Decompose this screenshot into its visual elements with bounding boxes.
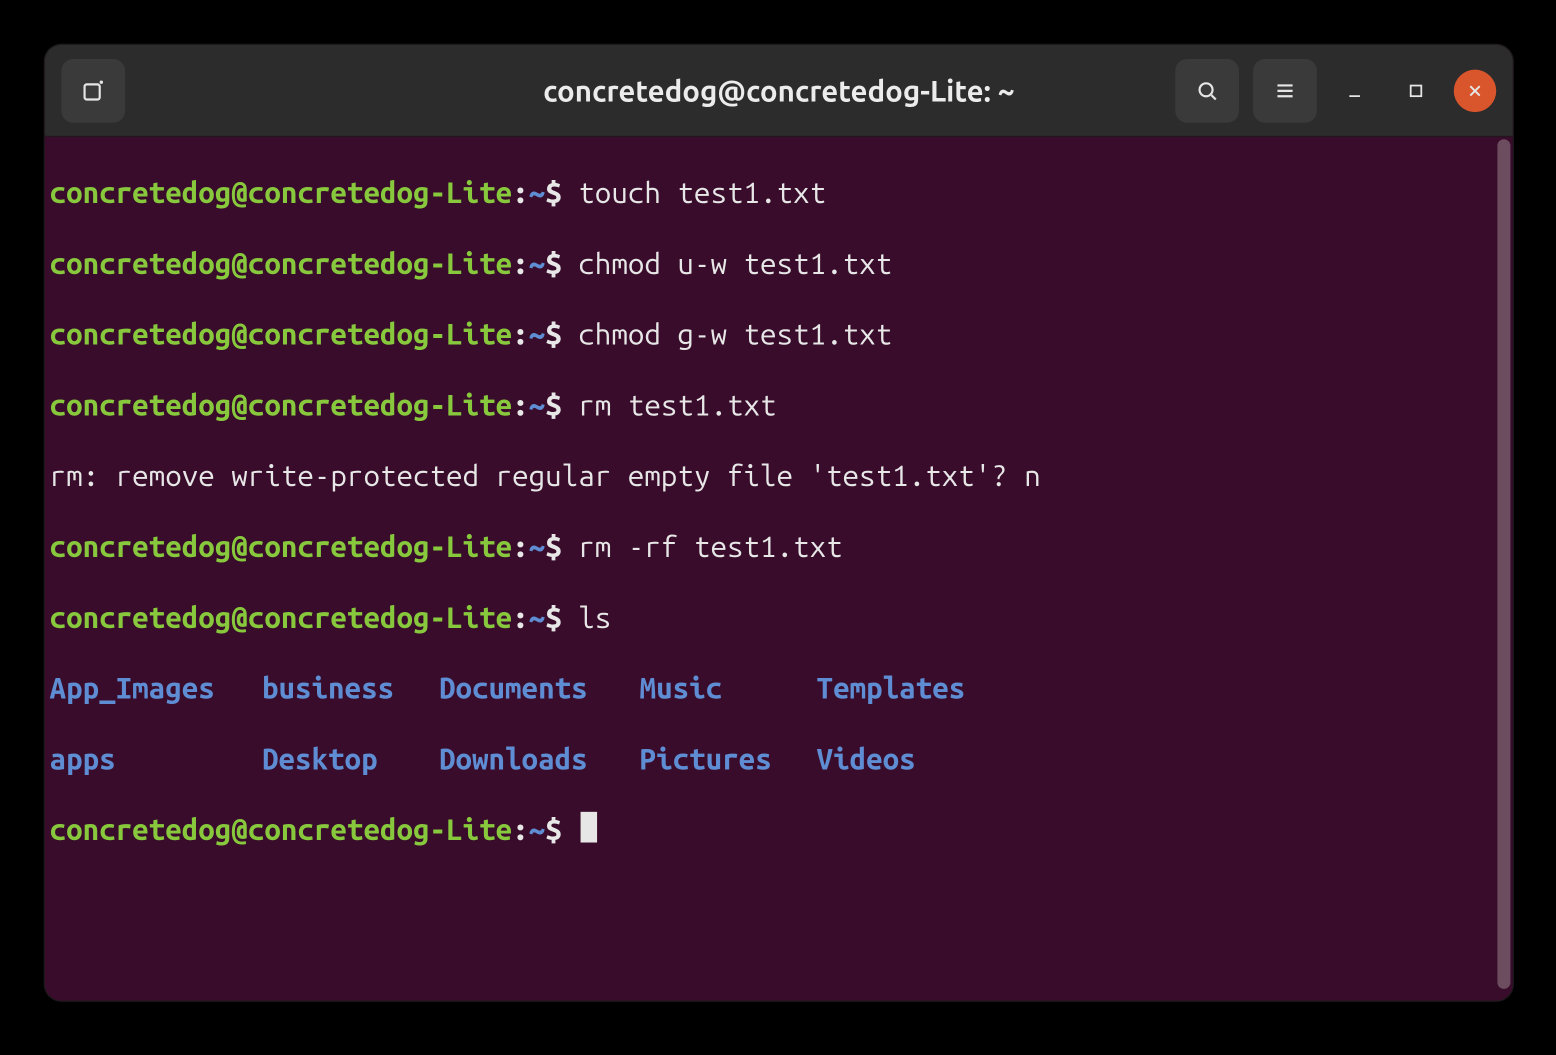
prompt-path: ~ <box>529 175 546 210</box>
titlebar[interactable]: concretedog@concretedog-Lite: ~ <box>45 45 1513 137</box>
cursor <box>581 812 598 843</box>
directory-name: App_Images <box>50 670 262 705</box>
prompt-sep: : <box>512 175 529 210</box>
prompt-user: concretedog@concretedog-Lite <box>50 387 513 422</box>
search-button[interactable] <box>1175 58 1239 122</box>
directory-name: Videos <box>817 741 994 776</box>
new-tab-icon <box>80 77 106 103</box>
command-text: rm test1.txt <box>578 387 776 422</box>
command-text: ls <box>578 599 611 634</box>
prompt-user: concretedog@concretedog-Lite <box>50 599 513 634</box>
output-text: rm: remove write-protected regular empty… <box>50 458 1041 493</box>
scrollbar[interactable] <box>1497 139 1510 989</box>
minimize-icon <box>1344 80 1365 101</box>
directory-name: Music <box>640 670 817 705</box>
ls-output-row: apps Desktop Downloads Pictures Videos <box>50 741 1508 776</box>
maximize-icon <box>1405 80 1426 101</box>
directory-name: Desktop <box>262 741 439 776</box>
command-text: rm -rf test1.txt <box>578 529 842 564</box>
menu-button[interactable] <box>1253 58 1317 122</box>
terminal-body[interactable]: concretedog@concretedog-Lite:~$ touch te… <box>45 137 1513 1001</box>
ls-output-row: App_Images business Documents Music Temp… <box>50 670 1508 705</box>
command-text: chmod u-w test1.txt <box>578 245 892 280</box>
command-text: touch test1.txt <box>578 175 826 210</box>
directory-name: business <box>262 670 439 705</box>
prompt-user: concretedog@concretedog-Lite <box>50 812 513 847</box>
terminal-window: concretedog@concretedog-Lite: ~ <box>45 45 1513 1001</box>
directory-name: Downloads <box>439 741 640 776</box>
terminal-output: concretedog@concretedog-Lite:~$ touch te… <box>50 137 1508 918</box>
prompt-user: concretedog@concretedog-Lite <box>50 245 513 280</box>
directory-name: Pictures <box>640 741 817 776</box>
search-icon <box>1194 77 1220 103</box>
prompt-user: concretedog@concretedog-Lite <box>50 175 513 210</box>
directory-name: Templates <box>817 670 994 705</box>
maximize-button[interactable] <box>1392 58 1439 122</box>
new-tab-button[interactable] <box>61 58 125 122</box>
command-text: chmod g-w test1.txt <box>578 316 892 351</box>
prompt-user: concretedog@concretedog-Lite <box>50 316 513 351</box>
close-icon <box>1466 81 1485 100</box>
prompt-user: concretedog@concretedog-Lite <box>50 529 513 564</box>
desktop-background: concretedog@concretedog-Lite: ~ <box>0 0 1556 1003</box>
directory-name: Documents <box>439 670 640 705</box>
minimize-button[interactable] <box>1331 58 1378 122</box>
hamburger-icon <box>1272 77 1298 103</box>
close-button[interactable] <box>1454 69 1496 111</box>
prompt-sigil: $ <box>545 175 562 210</box>
directory-name: apps <box>50 741 262 776</box>
